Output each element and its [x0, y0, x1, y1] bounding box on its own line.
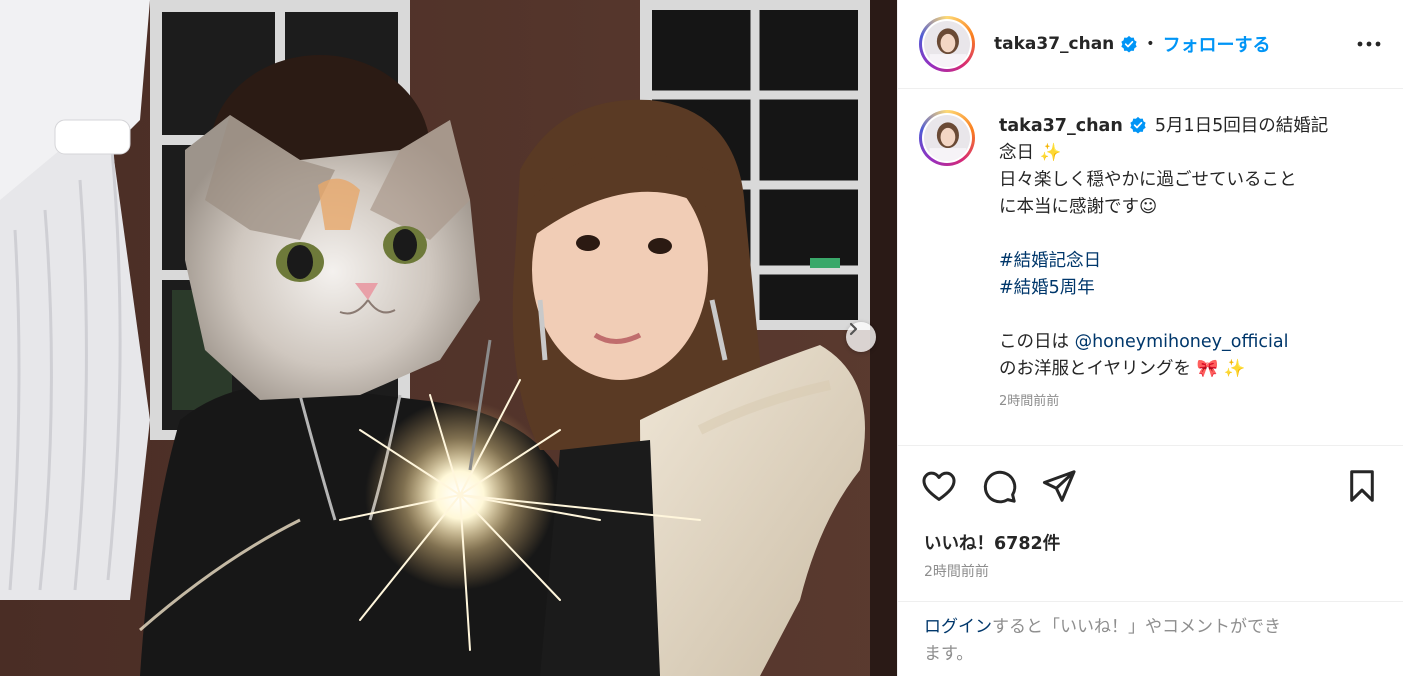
caption-mention-prefix: この日は: [999, 332, 1075, 352]
login-prompt-text: すると「いいね！」やコメントができ: [992, 617, 1281, 637]
hashtag-link[interactable]: #結婚5周年: [999, 278, 1095, 298]
avatar-image: [924, 115, 970, 161]
verified-badge-icon: [1121, 35, 1137, 53]
share-icon: [1042, 470, 1076, 502]
comment-button[interactable]: [980, 467, 1018, 505]
next-image-button[interactable]: [846, 322, 876, 352]
login-prompt-text-2: ます。: [924, 644, 974, 664]
caption-line: に本当に感謝です☺: [999, 197, 1158, 217]
caption-line: 5月1日5回目の結婚記: [1154, 116, 1329, 136]
caption: taka37_chan 5月1日5回目の結婚記 念日 ✨ 日々楽しく穏やかに過ご…: [999, 113, 1379, 409]
caption-section: taka37_chan 5月1日5回目の結婚記 念日 ✨ 日々楽しく穏やかに過ご…: [898, 89, 1403, 446]
username[interactable]: taka37_chan: [994, 34, 1114, 54]
caption-line: 念日 ✨: [999, 143, 1062, 163]
post-timestamp: 2時間前前: [924, 564, 989, 580]
cat-face-sticker: [185, 115, 480, 400]
action-bar: [898, 447, 1403, 527]
hashtag-link[interactable]: #結婚記念日: [999, 251, 1101, 271]
save-button[interactable]: [1343, 467, 1381, 505]
caption-mention-suffix: のお洋服とイヤリングを 🎀 ✨: [999, 359, 1246, 379]
separator-dot: •: [1146, 36, 1155, 52]
avatar-image: [924, 21, 970, 67]
curtain: [0, 0, 150, 600]
bookmark-icon: [1350, 470, 1374, 502]
post-photo[interactable]: [0, 0, 897, 676]
login-prompt: ログインすると「いいね！」やコメントができ ます。: [898, 601, 1403, 668]
follow-button[interactable]: フォローする: [1163, 31, 1271, 57]
share-button[interactable]: [1040, 467, 1078, 505]
like-count[interactable]: いいね！6782件: [924, 530, 1060, 555]
mention-link[interactable]: @honeymihoney_official: [1075, 332, 1289, 352]
login-link[interactable]: ログイン: [924, 617, 992, 637]
post-header: taka37_chan • フォローする: [898, 0, 1403, 89]
chevron-right-icon: [849, 322, 858, 336]
caption-avatar[interactable]: [919, 110, 975, 166]
more-options-icon: [1357, 41, 1381, 47]
caption-username[interactable]: taka37_chan: [999, 116, 1123, 136]
like-button[interactable]: [920, 467, 958, 505]
caption-line: 日々楽しく穏やかに過ごせていること: [999, 170, 1297, 190]
post-details-panel: taka37_chan • フォローする taka37_chan 5月1日5回目…: [897, 0, 1403, 676]
heart-icon: [922, 471, 956, 501]
more-options-button[interactable]: [1355, 32, 1383, 56]
verified-badge-icon: [1130, 116, 1146, 134]
caption-timestamp: 2時間前前: [999, 394, 1060, 409]
comment-icon: [983, 470, 1017, 504]
photo-illustration: [0, 0, 897, 676]
avatar[interactable]: [919, 16, 975, 72]
